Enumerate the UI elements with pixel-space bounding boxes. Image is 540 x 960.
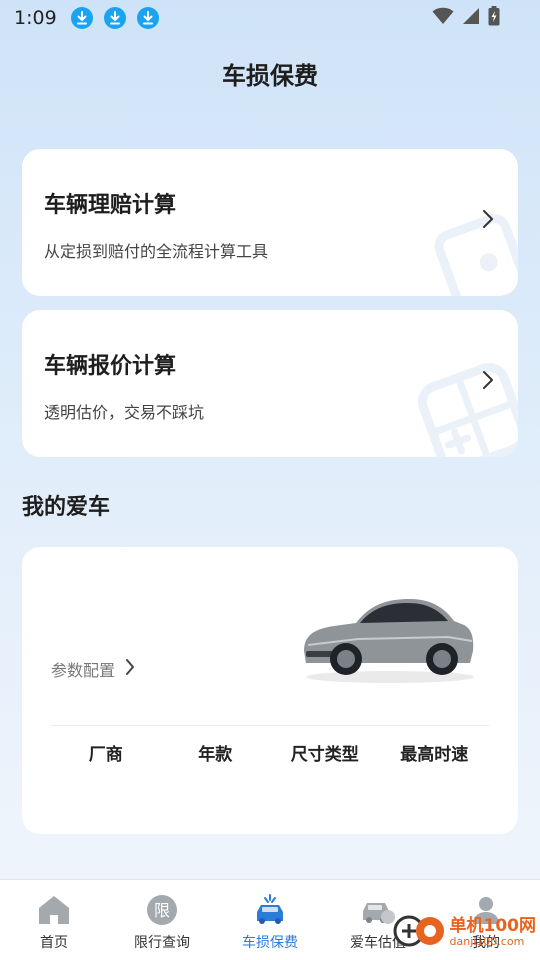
chevron-right-icon [125, 658, 135, 680]
card-title: 车辆报价计算 [44, 354, 177, 379]
download-notification-icon [103, 7, 126, 29]
quote-calculator-card[interactable]: 车辆报价计算 透明估价，交易不踩坑 [22, 310, 518, 457]
watermark: 单机100网 danji100.com [392, 912, 537, 954]
watermark-brand: 单机100网 [449, 916, 537, 937]
nav-label: 车损保费 [242, 935, 298, 951]
params-config-label: 参数配置 [51, 661, 116, 680]
nav-item-home[interactable]: 首页 [0, 880, 108, 960]
spec-row: 厂商 年款 尺寸类型 最高时速 [51, 740, 489, 765]
section-title: 我的爱车 [22, 495, 111, 520]
spec-top-speed: 最高时速 [400, 745, 469, 765]
card-title: 车辆理赔计算 [44, 193, 177, 218]
status-time: 1:09 [14, 7, 57, 29]
claim-calculator-card[interactable]: 车辆理赔计算 从定损到赔付的全流程计算工具 [22, 149, 518, 296]
car-valuation-icon [361, 894, 395, 926]
download-notification-icon [70, 7, 93, 29]
nav-label: 首页 [40, 935, 68, 951]
my-car-card: 参数配置 厂商 年款 尺寸类型 最高时速 [22, 547, 518, 834]
document-decoration-icon [428, 212, 518, 296]
battery-icon [488, 6, 500, 30]
download-notification-icon [136, 7, 159, 29]
spec-manufacturer: 厂商 [88, 745, 123, 765]
status-bar: 1:09 [0, 0, 540, 36]
nav-item-car-damage[interactable]: 车损保费 [216, 880, 324, 960]
car-damage-icon [253, 894, 287, 926]
home-icon [38, 894, 70, 926]
svg-text:限: 限 [154, 901, 170, 920]
spec-size-type: 尺寸类型 [290, 745, 359, 765]
calculator-decoration-icon [417, 362, 518, 457]
card-subtitle: 透明估价，交易不踩坑 [44, 403, 205, 422]
wifi-icon [432, 7, 454, 29]
chevron-right-icon [482, 370, 494, 394]
divider [51, 725, 489, 726]
car-image [298, 593, 478, 689]
spec-model-year: 年款 [198, 745, 233, 765]
watermark-logo-icon [392, 912, 446, 954]
params-config-link[interactable]: 参数配置 [51, 657, 135, 681]
restriction-icon: 限 [146, 894, 178, 926]
page-title: 车损保费 [222, 62, 318, 90]
signal-icon [462, 7, 480, 29]
watermark-domain: danji100.com [449, 935, 525, 949]
nav-item-restriction[interactable]: 限 限行查询 [108, 880, 216, 960]
nav-label: 限行查询 [134, 935, 190, 951]
chevron-right-icon [482, 209, 494, 233]
card-subtitle: 从定损到赔付的全流程计算工具 [44, 242, 269, 261]
